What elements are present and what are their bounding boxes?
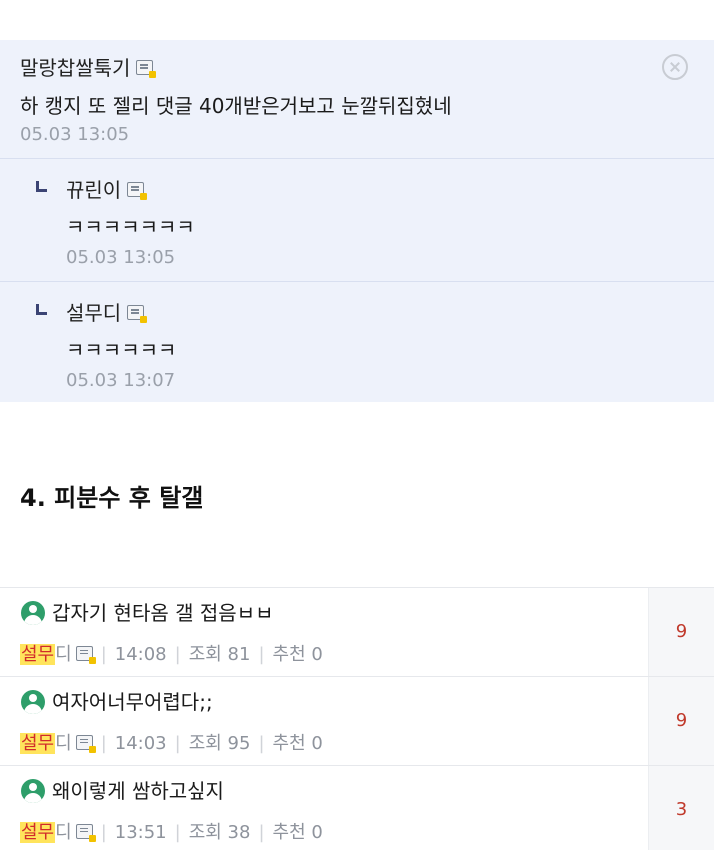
- separator: |: [174, 822, 181, 843]
- image-post-icon: [21, 779, 45, 803]
- comment-reply: 설무디 ㅋㅋㅋㅋㅋㅋ 05.03 13:07: [0, 282, 714, 402]
- reply-arrow-icon: [36, 304, 47, 315]
- fixed-nick-icon: [127, 182, 148, 200]
- post-views: 조회 81: [188, 644, 251, 665]
- separator: |: [174, 644, 181, 665]
- post-title[interactable]: 왜이렇게 쌈하고싶지: [52, 775, 224, 804]
- fixed-nick-icon: [75, 823, 96, 842]
- fixed-nick-icon: [136, 60, 157, 78]
- separator: |: [100, 733, 107, 754]
- image-post-icon: [21, 601, 45, 625]
- list-item[interactable]: 여자어너무어렵다;; 설무디 | 14:03 | 조회 95 | 추천 0 9: [0, 676, 714, 765]
- author-rest[interactable]: 디: [55, 644, 72, 665]
- separator: |: [100, 644, 107, 665]
- comment-count[interactable]: 3: [649, 799, 714, 820]
- fixed-nick-icon: [75, 734, 96, 753]
- reply-text: ㅋㅋㅋㅋㅋㅋ: [66, 338, 177, 362]
- comment-count[interactable]: 9: [649, 710, 714, 731]
- author-highlight[interactable]: 설무: [20, 733, 56, 754]
- post-views: 조회 95: [188, 733, 251, 754]
- post-meta: 설무디 | 13:51 | 조회 38 | 추천 0: [20, 818, 323, 844]
- post-views: 조회 38: [188, 822, 251, 843]
- separator: |: [258, 644, 265, 665]
- comment-count-cell[interactable]: 9: [648, 677, 714, 765]
- comment-author-name[interactable]: 말랑찹쌀툭기: [20, 56, 130, 80]
- section-title: 4. 피분수 후 탈갤: [20, 484, 204, 512]
- post-likes: 추천 0: [272, 644, 323, 665]
- post-time: 13:51: [114, 822, 167, 843]
- reply-author[interactable]: 설무디: [66, 297, 148, 326]
- separator: |: [100, 822, 107, 843]
- post-meta: 설무디 | 14:03 | 조회 95 | 추천 0: [20, 729, 323, 755]
- comment-count-cell[interactable]: 9: [648, 588, 714, 676]
- comment-count-cell[interactable]: 3: [648, 766, 714, 850]
- comment-main: 말랑찹쌀툭기 하 캥지 또 젤리 댓글 40개받은거보고 눈깔뒤집혔네 05.0…: [0, 40, 714, 159]
- post-time: 14:08: [114, 644, 167, 665]
- reply-author[interactable]: 뀨린이: [66, 174, 148, 203]
- comment-author[interactable]: 말랑찹쌀툭기: [20, 52, 157, 81]
- comment-thread: 말랑찹쌀툭기 하 캥지 또 젤리 댓글 40개받은거보고 눈깔뒤집혔네 05.0…: [0, 40, 714, 402]
- post-list: 갑자기 현타옴 갤 접음ㅂㅂ 설무디 | 14:08 | 조회 81 | 추천 0 9 여자…: [0, 587, 714, 850]
- reply-arrow-icon: [36, 181, 47, 192]
- author-rest[interactable]: 디: [55, 733, 72, 754]
- comment-reply: 뀨린이 ㅋㅋㅋㅋㅋㅋㅋ 05.03 13:05: [0, 159, 714, 282]
- separator: |: [258, 733, 265, 754]
- author-highlight[interactable]: 설무: [20, 822, 56, 843]
- author-highlight[interactable]: 설무: [20, 644, 56, 665]
- fixed-nick-icon: [127, 305, 148, 323]
- comment-text: 하 캥지 또 젤리 댓글 40개받은거보고 눈깔뒤집혔네: [20, 94, 452, 118]
- reply-text: ㅋㅋㅋㅋㅋㅋㅋ: [66, 215, 195, 239]
- post-meta: 설무디 | 14:08 | 조회 81 | 추천 0: [20, 640, 323, 666]
- reply-date: 05.03 13:05: [66, 247, 176, 268]
- reply-author-name[interactable]: 뀨린이: [66, 178, 121, 202]
- list-item[interactable]: 갑자기 현타옴 갤 접음ㅂㅂ 설무디 | 14:08 | 조회 81 | 추천 0 9: [0, 587, 714, 676]
- image-post-icon: [21, 690, 45, 714]
- comment-date: 05.03 13:05: [20, 124, 130, 145]
- post-time: 14:03: [114, 733, 167, 754]
- reply-author-name[interactable]: 설무디: [66, 301, 121, 325]
- separator: |: [258, 822, 265, 843]
- reply-date: 05.03 13:07: [66, 370, 176, 391]
- post-title[interactable]: 여자어너무어렵다;;: [52, 686, 213, 715]
- fixed-nick-icon: [75, 645, 96, 664]
- post-likes: 추천 0: [272, 822, 323, 843]
- post-title[interactable]: 갑자기 현타옴 갤 접음ㅂㅂ: [52, 597, 273, 626]
- separator: |: [174, 733, 181, 754]
- close-icon[interactable]: [662, 54, 688, 80]
- list-item[interactable]: 왜이렇게 쌈하고싶지 설무디 | 13:51 | 조회 38 | 추천 0 3: [0, 765, 714, 850]
- post-likes: 추천 0: [272, 733, 323, 754]
- author-rest[interactable]: 디: [55, 822, 72, 843]
- comment-count[interactable]: 9: [649, 621, 714, 642]
